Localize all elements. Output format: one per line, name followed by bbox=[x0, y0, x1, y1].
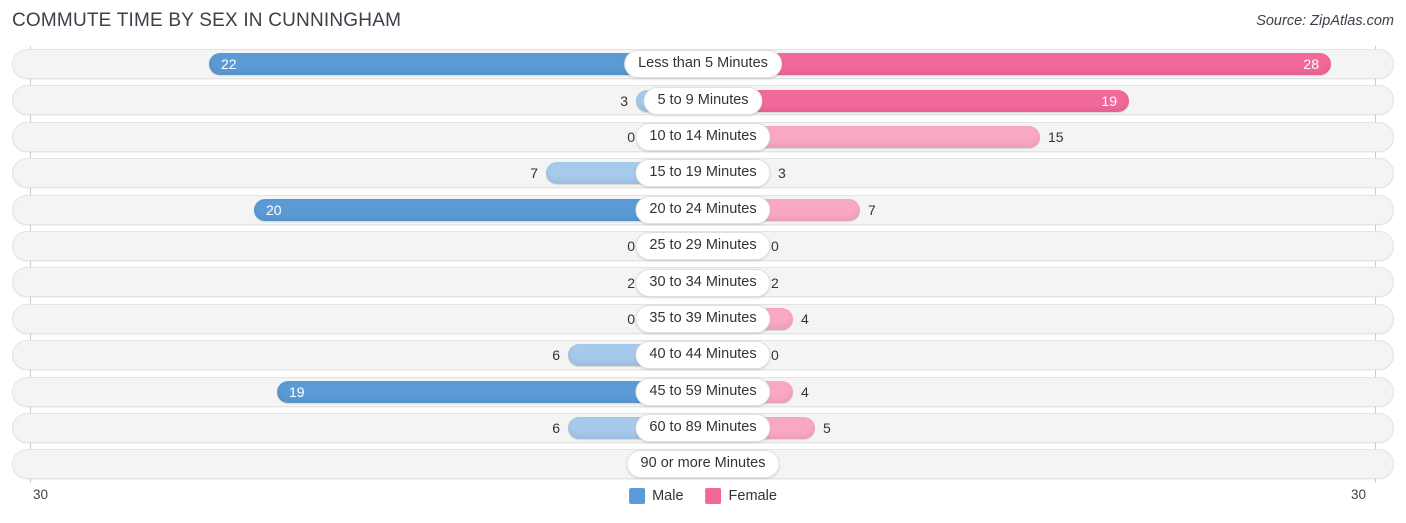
chart-row: 6 5 60 to 89 Minutes bbox=[0, 410, 1406, 446]
value-label-female: 5 bbox=[823, 420, 831, 437]
category-label: 35 to 39 Minutes bbox=[635, 304, 771, 333]
value-label-female: 2 bbox=[771, 274, 779, 291]
chart-row: 7 3 15 to 19 Minutes bbox=[0, 155, 1406, 191]
value-label-female: 4 bbox=[801, 310, 809, 327]
chart-row: 2 2 30 to 34 Minutes bbox=[0, 264, 1406, 300]
source-attribution: Source: ZipAtlas.com bbox=[1256, 13, 1394, 29]
legend-label: Male bbox=[652, 488, 684, 504]
chart-row: 0 15 10 to 14 Minutes bbox=[0, 119, 1406, 155]
value-label-female: 19 bbox=[1101, 92, 1117, 109]
category-label: 40 to 44 Minutes bbox=[635, 341, 771, 370]
chart-row: 6 0 40 to 44 Minutes bbox=[0, 337, 1406, 373]
category-label: 45 to 59 Minutes bbox=[635, 377, 771, 406]
chart-row: 22 28 Less than 5 Minutes bbox=[0, 46, 1406, 82]
value-label-male: 7 bbox=[530, 165, 538, 182]
value-label-male: 0 bbox=[627, 128, 635, 145]
axis-label-left-max: 30 bbox=[33, 487, 49, 502]
value-label-male: 22 bbox=[221, 56, 237, 73]
category-label: 5 to 9 Minutes bbox=[643, 86, 763, 115]
category-label: 60 to 89 Minutes bbox=[635, 414, 771, 443]
category-label: 90 or more Minutes bbox=[626, 450, 780, 479]
chart-row: 0 0 25 to 29 Minutes bbox=[0, 228, 1406, 264]
chart-row: 3 19 5 to 9 Minutes bbox=[0, 82, 1406, 118]
value-label-male: 0 bbox=[627, 238, 635, 255]
category-label: 20 to 24 Minutes bbox=[635, 195, 771, 224]
value-label-female: 0 bbox=[771, 347, 779, 364]
value-label-male: 6 bbox=[552, 347, 560, 364]
legend-item-female[interactable]: Female bbox=[705, 488, 777, 504]
chart-legend: Male Female bbox=[629, 488, 777, 504]
value-label-female: 3 bbox=[778, 165, 786, 182]
chart-rows: 22 28 Less than 5 Minutes 3 19 5 to 9 Minutes… bbox=[0, 46, 1406, 483]
chart-row: 1090 or more Minutes bbox=[0, 446, 1406, 482]
value-label-female: 0 bbox=[771, 238, 779, 255]
value-label-male: 19 bbox=[289, 383, 305, 400]
category-label: 15 to 19 Minutes bbox=[635, 159, 771, 188]
value-label-male: 0 bbox=[627, 310, 635, 327]
legend-label: Female bbox=[728, 488, 777, 504]
legend-swatch-icon bbox=[629, 488, 646, 504]
category-label: Less than 5 Minutes bbox=[624, 50, 782, 79]
chart-footer: 30 30 Male Female bbox=[0, 483, 1406, 523]
legend-item-male[interactable]: Male bbox=[629, 488, 684, 504]
category-label: 30 to 34 Minutes bbox=[635, 268, 771, 297]
legend-swatch-icon bbox=[705, 488, 722, 504]
chart-header: COMMUTE TIME BY SEX IN CUNNINGHAM Source… bbox=[0, 0, 1406, 42]
chart-row: 19 4 45 to 59 Minutes bbox=[0, 374, 1406, 410]
category-label: 25 to 29 Minutes bbox=[635, 232, 771, 261]
axis-label-right-max: 30 bbox=[1351, 487, 1367, 502]
category-label: 10 to 14 Minutes bbox=[635, 122, 771, 151]
bar-female bbox=[703, 53, 1331, 76]
chart-row: 0 4 35 to 39 Minutes bbox=[0, 301, 1406, 337]
value-label-male: 3 bbox=[620, 92, 628, 109]
page-title: COMMUTE TIME BY SEX IN CUNNINGHAM bbox=[12, 10, 402, 31]
value-label-female: 4 bbox=[801, 383, 809, 400]
value-label-male: 2 bbox=[627, 274, 635, 291]
chart-plot-area: 22 28 Less than 5 Minutes 3 19 5 to 9 Minutes… bbox=[0, 46, 1406, 483]
bar-female bbox=[703, 89, 1129, 112]
value-label-female: 7 bbox=[868, 201, 876, 218]
value-label-male: 6 bbox=[552, 420, 560, 437]
value-label-female: 15 bbox=[1048, 128, 1064, 145]
value-label-male: 20 bbox=[266, 201, 282, 218]
value-label-female: 28 bbox=[1303, 56, 1319, 73]
chart-row: 20 7 20 to 24 Minutes bbox=[0, 192, 1406, 228]
